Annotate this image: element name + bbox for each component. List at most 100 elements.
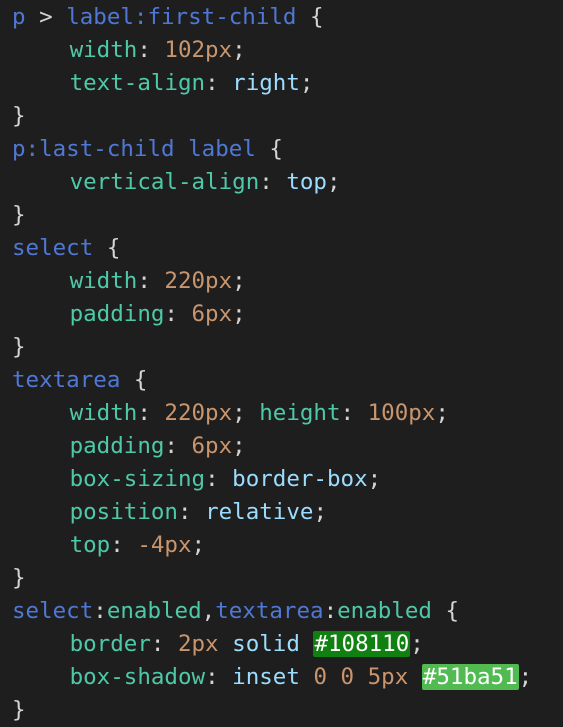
selector-token: :first-child (133, 4, 297, 30)
punctuation-token: { (93, 235, 121, 261)
code-line[interactable]: } (12, 562, 563, 595)
property-token: box-sizing (69, 466, 206, 492)
punctuation-token: } (12, 202, 26, 228)
code-line[interactable]: vertical-align: top; (12, 166, 563, 199)
punctuation-token: , (201, 598, 216, 624)
punctuation-token: ; (410, 631, 424, 657)
keyword-token: inset (232, 664, 300, 690)
punctuation-token: } (12, 103, 26, 129)
property-token: padding (69, 301, 165, 327)
property-token: enabled (337, 598, 432, 624)
number-token: 220px (164, 400, 233, 426)
code-line[interactable]: top: -4px; (12, 529, 563, 562)
punctuation-token: { (120, 367, 148, 393)
punctuation-token: { (255, 136, 283, 162)
code-line[interactable]: position: relative; (12, 496, 563, 529)
selector-token: select (12, 235, 94, 261)
punctuation-token: } (12, 565, 26, 591)
punctuation-token: ; (299, 70, 314, 96)
code-line[interactable]: width: 220px; (12, 265, 563, 298)
selector-token: textarea (215, 598, 324, 624)
number-token: 220px (164, 268, 233, 294)
number-token: 2px (177, 631, 219, 657)
punctuation-token: : (205, 664, 233, 690)
code-line[interactable]: p:last-child label { (12, 133, 563, 166)
punctuation-token: : (150, 631, 178, 657)
punctuation-token: : (137, 37, 165, 63)
code-line[interactable]: padding: 6px; (12, 430, 563, 463)
property-token: top (69, 532, 111, 558)
keyword-token: border-box (232, 466, 368, 492)
code-line[interactable]: width: 220px; height: 100px; (12, 397, 563, 430)
code-line[interactable]: select:enabled,textarea:enabled { (12, 595, 563, 628)
punctuation-token: ; (232, 400, 260, 426)
code-line[interactable]: } (12, 100, 563, 133)
punctuation-token: ; (232, 268, 246, 294)
number-token: 5px (367, 664, 409, 690)
selector-token: :last-child (25, 136, 175, 162)
punctuation-token: } (12, 334, 26, 360)
number-token: 6px (191, 433, 233, 459)
punctuation-token: : (110, 532, 138, 558)
punctuation-token: : (205, 466, 233, 492)
punctuation-token: : (259, 169, 287, 195)
color-swatch-token: #51ba51 (421, 664, 519, 690)
number-token: 100px (367, 400, 436, 426)
punctuation-token: : (164, 301, 192, 327)
property-token: width (69, 268, 138, 294)
punctuation-token: ; (367, 466, 382, 492)
code-line[interactable]: text-align: right; (12, 67, 563, 100)
selector-token: p (12, 136, 26, 162)
punctuation-token: : (164, 433, 192, 459)
punctuation-token: ; (518, 664, 533, 690)
selector-token: textarea (12, 367, 121, 393)
number-token: 0 (340, 664, 355, 690)
punctuation-token (408, 664, 422, 690)
property-token: width (69, 37, 138, 63)
punctuation-token: : (205, 70, 233, 96)
selector-token: select (12, 598, 94, 624)
punctuation-token: } (12, 697, 26, 723)
selector-token: label (66, 4, 134, 30)
number-token: 6px (191, 301, 233, 327)
code-line[interactable]: box-shadow: inset 0 0 5px #51ba51; (12, 661, 563, 694)
number-token: 102px (164, 37, 233, 63)
punctuation-token: ; (326, 169, 341, 195)
code-line[interactable]: } (12, 199, 563, 232)
punctuation-token: ; (232, 301, 246, 327)
code-line[interactable]: textarea { (12, 364, 563, 397)
code-line[interactable]: box-sizing: border-box; (12, 463, 563, 496)
punctuation-token: : (340, 400, 368, 426)
property-token: position (69, 499, 178, 525)
punctuation-token (300, 664, 314, 690)
code-line[interactable]: padding: 6px; (12, 298, 563, 331)
code-line[interactable]: } (12, 694, 563, 727)
punctuation-token (354, 664, 368, 690)
selector-token: p (12, 4, 26, 30)
property-token: box-shadow (69, 664, 206, 690)
punctuation-token: ; (191, 532, 206, 558)
punctuation-token: { (296, 4, 324, 30)
code-line[interactable]: } (12, 331, 563, 364)
code-editor[interactable]: p > label:first-child {width: 102px; text… (0, 0, 563, 727)
punctuation-token: : (137, 400, 165, 426)
keyword-token: top (286, 169, 327, 195)
punctuation-token (219, 631, 233, 657)
punctuation-token: { (431, 598, 460, 624)
punctuation-token: : (177, 499, 206, 525)
code-line[interactable]: width: 102px; (12, 34, 563, 67)
code-line[interactable]: border: 2px solid #108110; (12, 628, 563, 661)
selector-token: label (188, 136, 256, 162)
property-token: width (69, 400, 138, 426)
number-token: -4px (137, 532, 192, 558)
code-line[interactable]: p > label:first-child { (12, 1, 563, 34)
property-token: height (259, 400, 341, 426)
keyword-token: relative (205, 499, 314, 525)
property-token: border (69, 631, 151, 657)
property-token: padding (69, 433, 165, 459)
punctuation-token (175, 136, 189, 162)
number-token: 0 (313, 664, 327, 690)
punctuation-token: ; (232, 433, 246, 459)
code-line[interactable]: select { (12, 232, 563, 265)
punctuation-token: : (93, 598, 107, 624)
